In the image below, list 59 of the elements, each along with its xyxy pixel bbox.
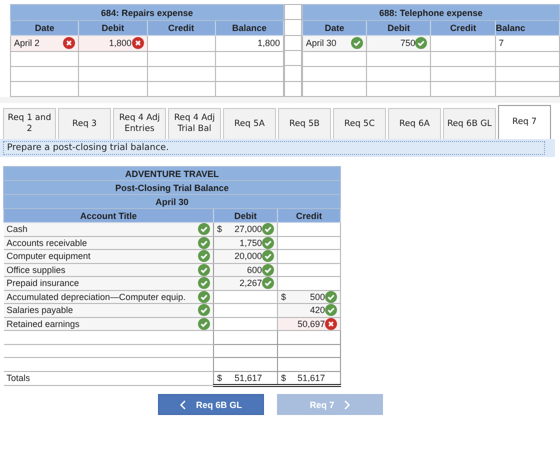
tab[interactable]: Req 1 and 2: [3, 108, 56, 139]
tab[interactable]: Req 5B: [278, 108, 331, 139]
report-title: Post-Closing Trial Balance: [4, 180, 341, 194]
currency-symbol: $: [281, 292, 286, 302]
cell-value: 51,617: [297, 372, 326, 383]
column-header: Date: [302, 20, 367, 36]
account-name: Retained earnings: [6, 318, 80, 329]
tab[interactable]: Req 4 Adj Trial Bal: [168, 108, 221, 139]
account-name: Prepaid insurance: [6, 278, 80, 288]
cell-value: 420: [310, 305, 326, 316]
currency-symbol: $: [217, 224, 222, 234]
chevron-left-icon: [180, 400, 186, 410]
cell-value: 50,697: [297, 318, 326, 329]
tab[interactable]: Req 3: [58, 108, 111, 139]
tab[interactable]: Req 5C: [333, 108, 386, 139]
cell-value: 2,267: [239, 278, 262, 288]
column-header: Debit: [366, 20, 431, 36]
account-name: Accumulated depreciation—Computer equip.: [6, 292, 186, 302]
cell-value: 1,800: [108, 38, 132, 48]
chevron-right-icon: [344, 400, 350, 410]
tab[interactable]: Req 4 Adj Entries: [113, 108, 166, 139]
account-name: Cash: [6, 224, 28, 234]
cell-value: 51,617: [234, 372, 263, 383]
cell-value: 20,000: [234, 251, 262, 262]
account-name: Accounts receivable: [6, 238, 88, 248]
ledger-title: 684: Repairs expense: [10, 4, 284, 21]
cell-value: 27,000: [234, 224, 262, 234]
column-header: Account Title: [4, 208, 214, 222]
tab[interactable]: Req 6B GL: [443, 108, 496, 139]
table-cell: 1,800: [215, 36, 284, 52]
account-name: Office supplies: [6, 264, 66, 275]
column-header: Balance: [215, 20, 284, 36]
currency-symbol: $: [281, 372, 286, 383]
company-name: ADVENTURE TRAVEL: [4, 166, 341, 180]
column-header: Credit: [430, 20, 496, 36]
currency-symbol: $: [217, 372, 222, 383]
column-header: Debit: [214, 208, 278, 222]
column-header: Debit: [78, 20, 147, 36]
account-name: Salaries payable: [6, 305, 74, 316]
tab[interactable]: Req 5A: [223, 108, 276, 139]
tab[interactable]: Req 6A: [388, 108, 441, 139]
cell-value: 500: [310, 292, 326, 302]
account-name: Computer equipment: [6, 251, 91, 262]
cell-value: 600: [246, 264, 262, 275]
cell-value: April 2: [14, 38, 40, 48]
column-header: Date: [10, 20, 79, 36]
column-header: Credit: [278, 208, 341, 222]
cell-value: April 30: [306, 38, 336, 48]
ledger-title: 688: Telephone expense: [302, 4, 560, 21]
report-date: April 30: [4, 194, 341, 208]
cell-value: 750: [400, 38, 416, 48]
totals-label: Totals: [4, 371, 214, 386]
cell-value: 1,750: [239, 238, 262, 248]
column-header: Credit: [147, 20, 216, 36]
tab[interactable]: Req 7: [498, 105, 551, 139]
instruction-text: Prepare a post-closing trial balance.: [3, 141, 545, 155]
previous-button[interactable]: Req 6B GL: [158, 394, 264, 415]
column-header: Balanc: [495, 20, 560, 36]
table-cell: 7: [495, 36, 560, 52]
